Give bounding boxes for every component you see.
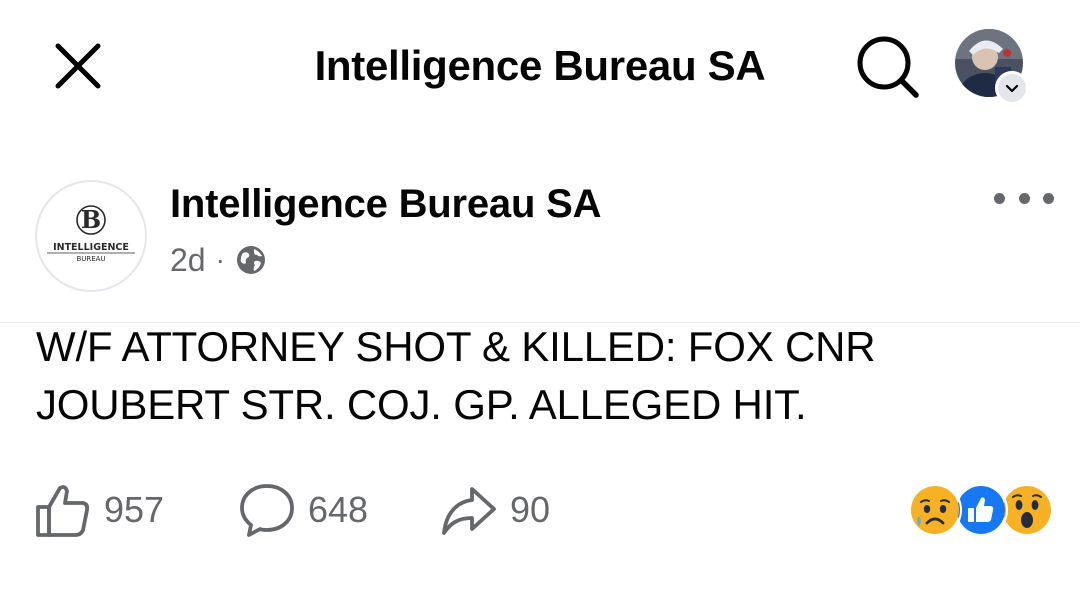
dot-icon: [1018, 192, 1030, 204]
reactions-summary[interactable]: [908, 483, 1054, 537]
intelligence-bureau-logo: B INTELLIGENCE BUREAU: [47, 205, 135, 263]
comment-button[interactable]: 648: [238, 478, 368, 542]
post-text-line: W/F ATTORNEY SHOT & KILLED: FOX CNR: [36, 323, 876, 370]
comment-count: 648: [308, 489, 369, 530]
share-icon: [442, 487, 496, 535]
wow-reaction-icon: [1000, 483, 1054, 537]
meta-separator: ·: [215, 244, 225, 275]
search-button[interactable]: [852, 32, 922, 102]
sad-reaction-icon: [908, 483, 962, 537]
post-text-line: JOUBERT STR. COJ. GP. ALLEGED HIT.: [36, 381, 807, 428]
comment-icon: [240, 484, 294, 537]
dot-icon: [994, 192, 1005, 204]
thumbs-up-icon: [36, 485, 90, 537]
svg-text:INTELLIGENCE: INTELLIGENCE: [53, 242, 129, 253]
chevron-down-icon: [995, 71, 1029, 105]
post-author-name[interactable]: Intelligence Bureau SA: [170, 180, 601, 228]
more-options-button[interactable]: [994, 180, 1054, 216]
like-count: 957: [104, 489, 165, 530]
share-count: 90: [510, 489, 551, 530]
globe-icon[interactable]: [235, 244, 267, 276]
post-meta: 2d ·: [170, 240, 267, 280]
svg-text:BUREAU: BUREAU: [76, 255, 105, 263]
svg-text:B: B: [81, 205, 101, 234]
search-icon: [857, 36, 919, 98]
post-timestamp[interactable]: 2d: [170, 240, 206, 280]
like-reaction-icon: [954, 483, 1008, 537]
like-button[interactable]: 957: [34, 478, 164, 542]
post-text: W/F ATTORNEY SHOT & KILLED: FOX CNR JOUB…: [36, 318, 1046, 434]
page-avatar[interactable]: B INTELLIGENCE BUREAU: [35, 180, 147, 292]
dot-icon: [1043, 192, 1054, 204]
profile-menu-button[interactable]: [955, 29, 1029, 105]
share-button[interactable]: 90: [440, 478, 550, 542]
page-title-text: Intelligence Bureau SA: [314, 42, 766, 89]
